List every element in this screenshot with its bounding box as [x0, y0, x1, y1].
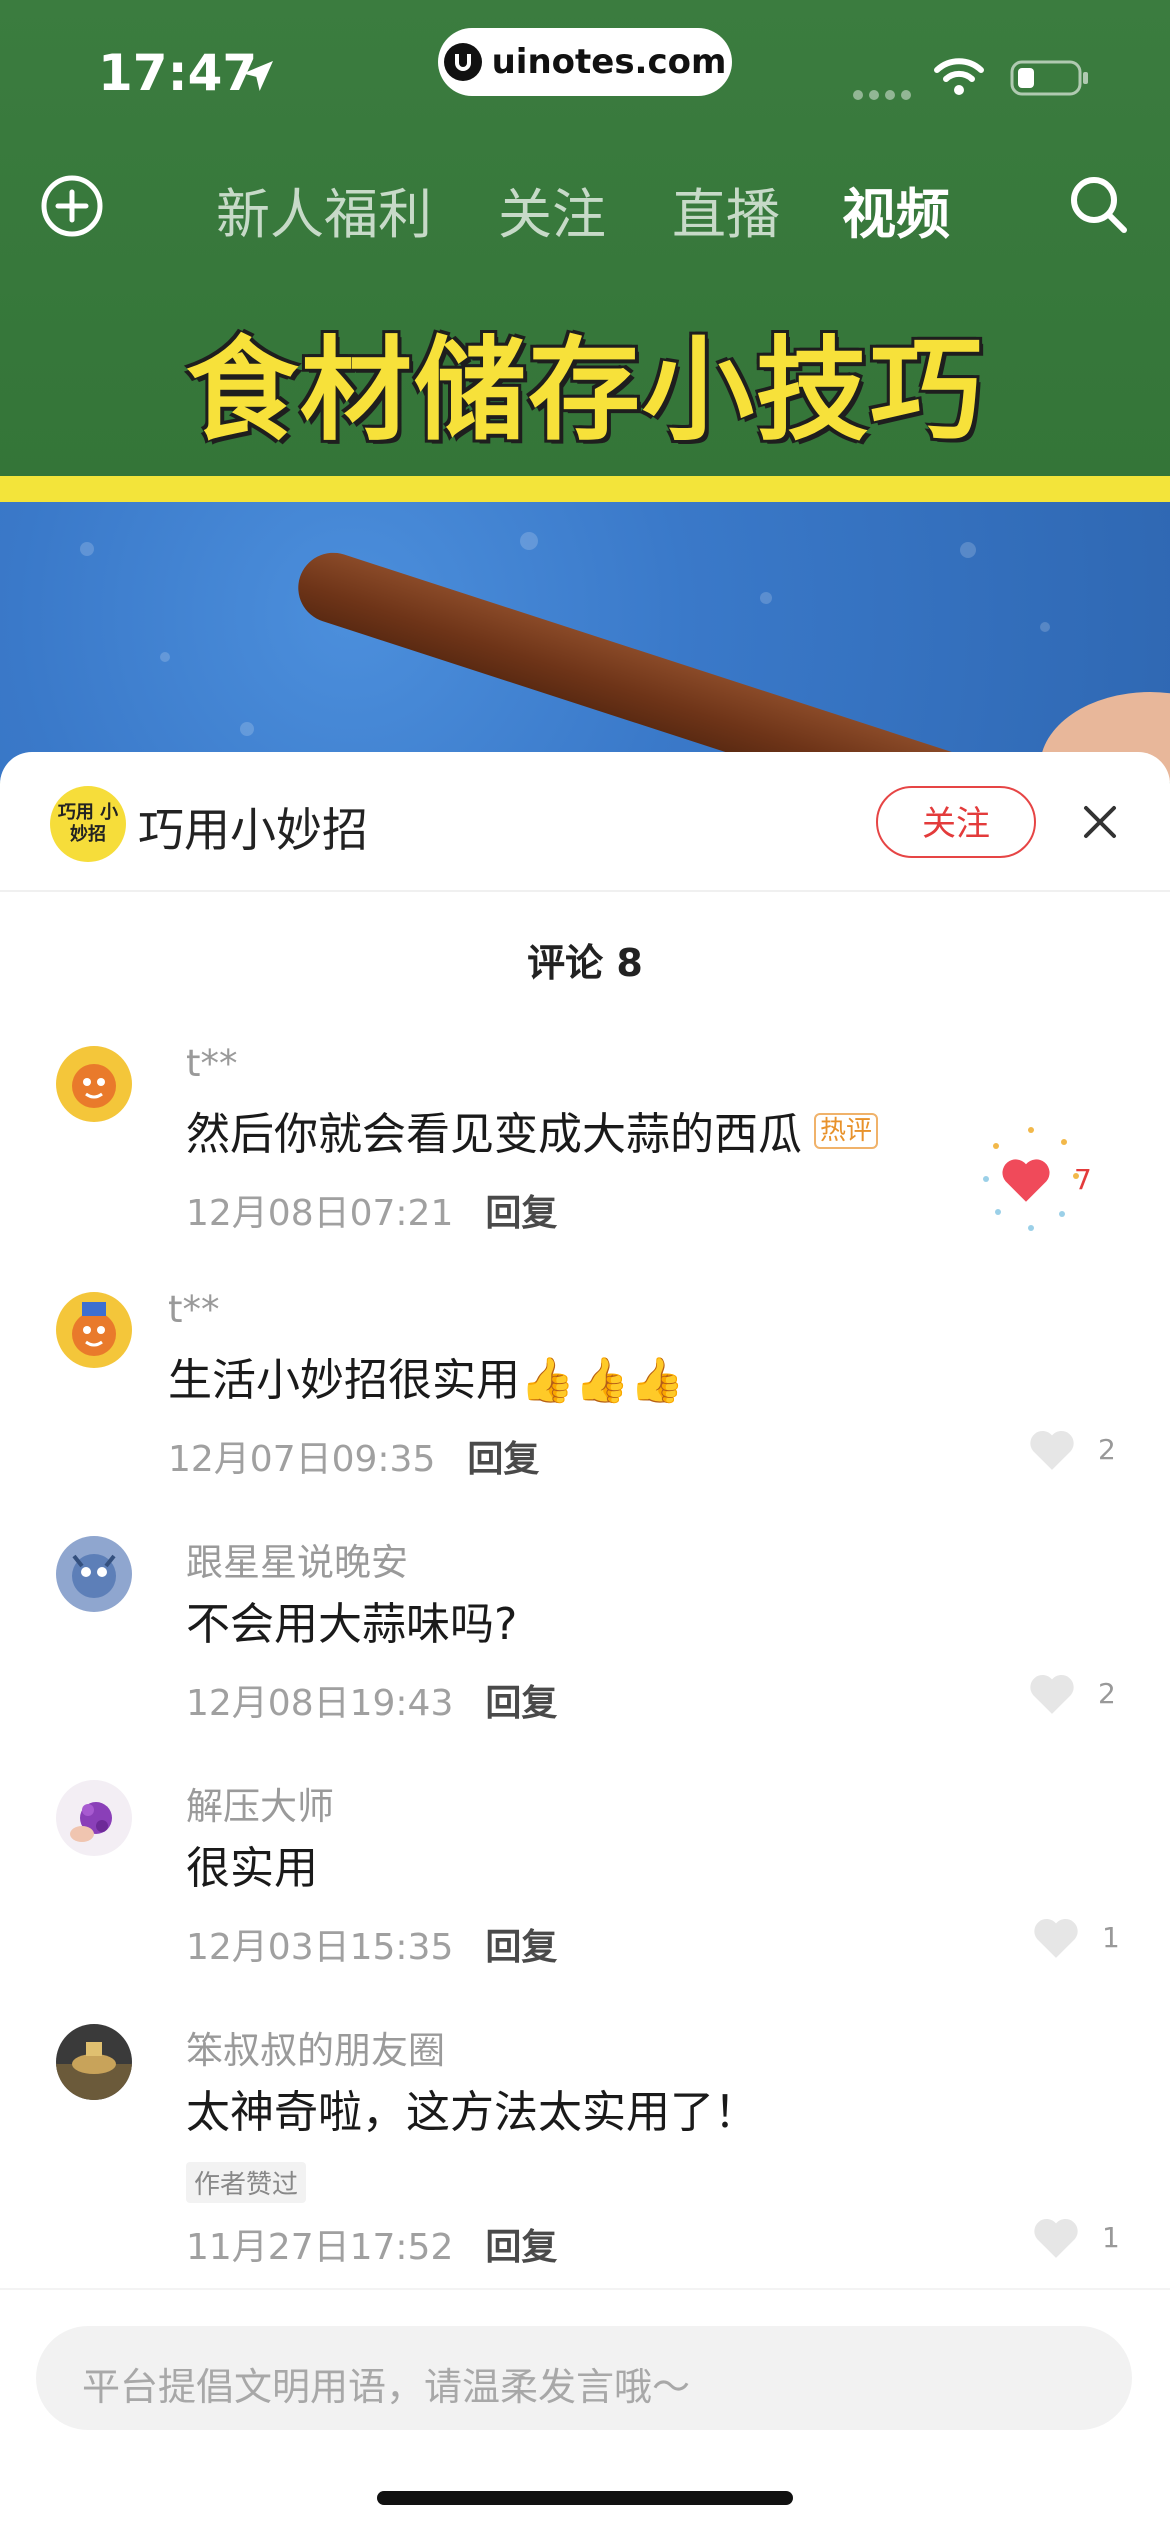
- uinotes-logo-icon: [443, 43, 482, 81]
- like-button[interactable]: 7: [983, 1127, 1092, 1231]
- status-time: 17:47: [98, 44, 258, 102]
- video-frame[interactable]: [0, 502, 1170, 782]
- search-icon[interactable]: [1066, 172, 1130, 240]
- heart-icon: [1030, 1675, 1074, 1714]
- like-button[interactable]: 1: [1030, 1914, 1120, 1960]
- comment-sheet: 巧用 小妙招 巧用小妙招 关注 评论 8 t** 然后你就会看见变成大蒜的西瓜热…: [0, 752, 1170, 2532]
- comment-time: 12月07日09:35: [168, 1439, 436, 1480]
- like-count: 2: [1098, 1676, 1116, 1710]
- tab-video[interactable]: 视频: [842, 170, 950, 249]
- like-button[interactable]: 1: [1030, 2214, 1120, 2260]
- comment-text[interactable]: 太神奇啦，这方法太实用了！: [186, 2076, 758, 2140]
- like-button[interactable]: 2: [1026, 1426, 1116, 1472]
- home-indicator[interactable]: [377, 2491, 793, 2505]
- tab-live[interactable]: 直播: [672, 170, 780, 249]
- like-button[interactable]: 2: [1026, 1670, 1116, 1716]
- comment-meta: 12月03日15:35 回复: [186, 1918, 557, 1970]
- comment-meta: 12月07日09:35 回复: [168, 1430, 539, 1482]
- comment-username[interactable]: 笨叔叔的朋友圈: [186, 2020, 445, 2074]
- comment-text[interactable]: 很实用: [186, 1832, 318, 1896]
- input-divider: [0, 2288, 1170, 2290]
- wifi-icon: [933, 56, 985, 100]
- reply-button[interactable]: 回复: [467, 1439, 539, 1480]
- comment-meta: 12月08日19:43 回复: [186, 1674, 557, 1726]
- reply-button[interactable]: 回复: [485, 1193, 557, 1234]
- add-circle-icon[interactable]: [40, 174, 104, 242]
- heart-icon: [1034, 1919, 1078, 1958]
- like-count: 1: [1102, 2220, 1120, 2254]
- tab-new-user-benefits[interactable]: 新人福利: [216, 170, 432, 249]
- heart-icon: [1030, 1431, 1074, 1470]
- reply-button[interactable]: 回复: [485, 1927, 557, 1968]
- cellular-signal-icon: [852, 86, 914, 105]
- avatar[interactable]: [56, 1046, 132, 1122]
- comment-username[interactable]: 解压大师: [186, 1776, 334, 1830]
- comment-time: 11月27日17:52: [186, 2227, 454, 2268]
- like-count: 2: [1098, 1432, 1116, 1466]
- comment-time: 12月03日15:35: [186, 1927, 454, 1968]
- comment-meta: 12月08日07:21 回复: [186, 1184, 557, 1236]
- chopstick-image: [289, 543, 1053, 782]
- comment-username[interactable]: t**: [168, 1288, 220, 1331]
- close-icon[interactable]: [1080, 802, 1120, 846]
- heart-icon: [1034, 2219, 1078, 2258]
- avatar[interactable]: [56, 1536, 132, 1612]
- comment-text[interactable]: 然后你就会看见变成大蒜的西瓜 热评: [186, 1098, 879, 1162]
- avatar[interactable]: [56, 2024, 132, 2100]
- comment-meta: 11月27日17:52 回复: [186, 2218, 557, 2270]
- reply-button[interactable]: 回复: [485, 1683, 557, 1724]
- comment-username[interactable]: t**: [186, 1042, 238, 1085]
- avatar[interactable]: [56, 1292, 132, 1368]
- reply-button[interactable]: 回复: [485, 2227, 557, 2268]
- like-count: 1: [1102, 1920, 1120, 1954]
- sheet-header: 巧用 小妙招 巧用小妙招 关注: [0, 752, 1170, 892]
- like-burst-icon: [983, 1127, 1079, 1231]
- avatar[interactable]: [56, 1780, 132, 1856]
- url-text: uinotes.com: [491, 42, 727, 82]
- comment-input[interactable]: 平台提倡文明用语，请温柔发言哦～: [36, 2326, 1132, 2430]
- video-title: 食材储存小技巧: [186, 326, 984, 456]
- comment-time: 12月08日19:43: [186, 1683, 454, 1724]
- comment-text[interactable]: 生活小妙招很实用👍👍👍: [168, 1344, 684, 1408]
- comment-text[interactable]: 不会用大蒜味吗?: [186, 1588, 517, 1652]
- author-avatar[interactable]: 巧用 小妙招: [50, 786, 126, 862]
- author-name[interactable]: 巧用小妙招: [138, 794, 368, 860]
- follow-button[interactable]: 关注: [876, 786, 1036, 858]
- battery-icon: [1010, 58, 1090, 102]
- url-pill[interactable]: uinotes.com: [438, 28, 732, 96]
- author-liked-badge: 作者赞过: [186, 2162, 307, 2203]
- hot-comment-badge: 热评: [814, 1113, 879, 1149]
- comment-input-placeholder: 平台提倡文明用语，请温柔发言哦～: [82, 2365, 691, 2409]
- comments-title: 评论 8: [527, 941, 643, 985]
- title-underline: [0, 476, 1170, 502]
- location-arrow-icon: [238, 56, 278, 100]
- comment-time: 12月08日07:21: [186, 1193, 454, 1234]
- tab-following[interactable]: 关注: [498, 170, 606, 249]
- comment-username[interactable]: 跟星星说晚安: [186, 1532, 408, 1586]
